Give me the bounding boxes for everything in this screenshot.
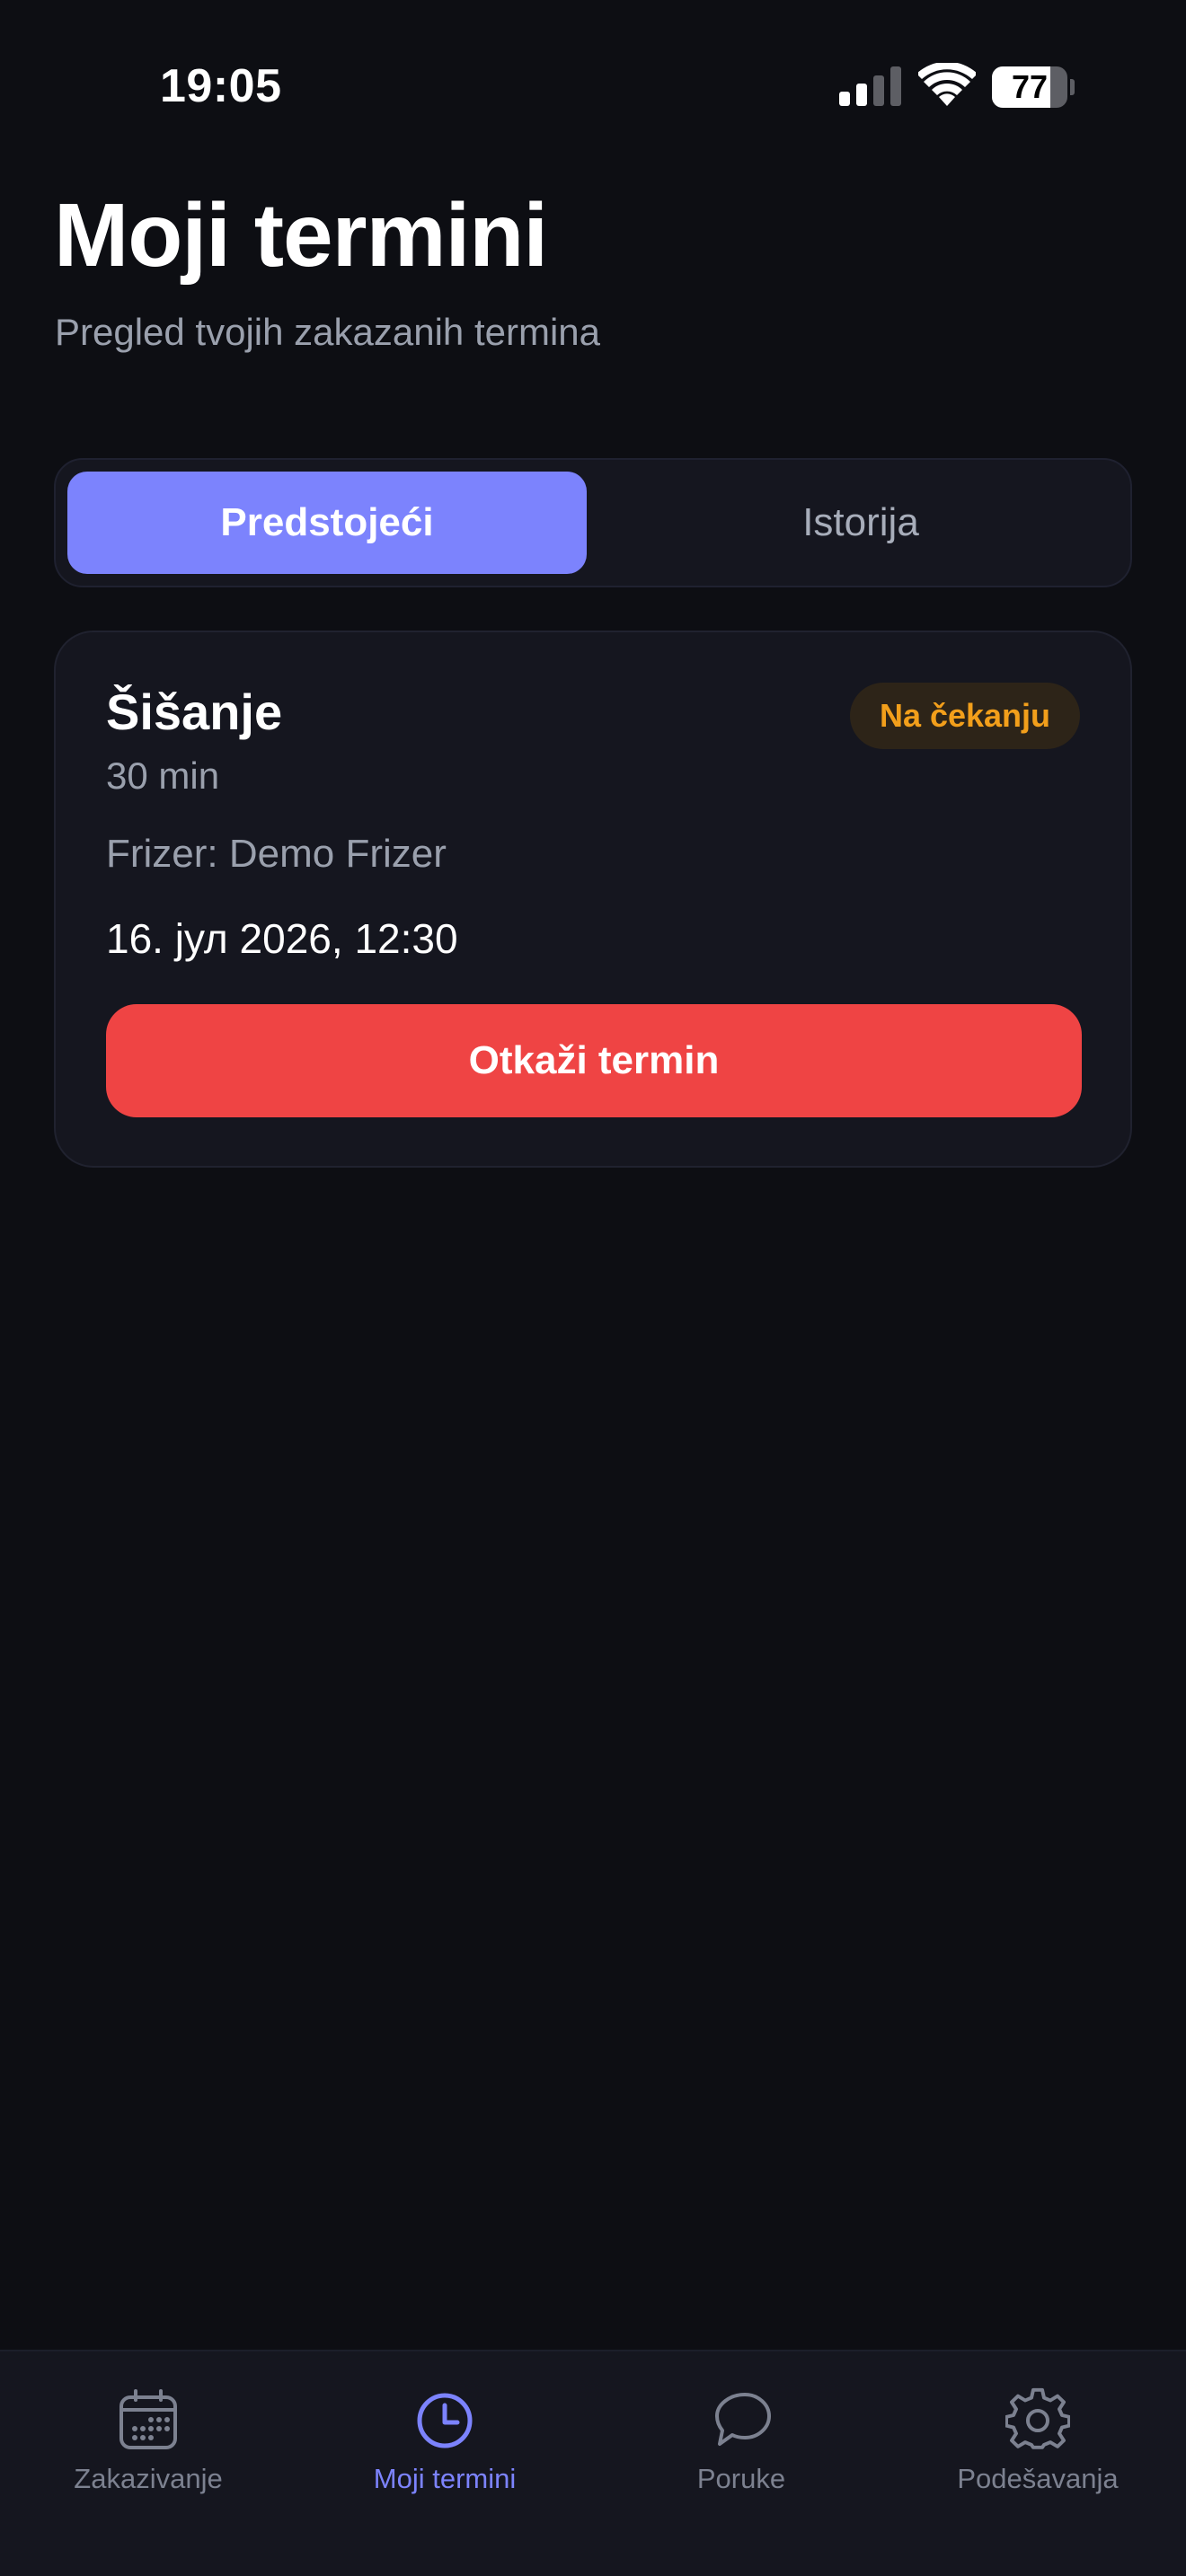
- page-subtitle: Pregled tvojih zakazanih termina: [55, 311, 600, 353]
- app-screen: 19:05 77 Moji termini Pregled tvojih zak…: [0, 0, 1186, 2576]
- tab-upcoming[interactable]: Predstojeći: [67, 472, 587, 574]
- chat-bubble-icon: [715, 2393, 771, 2446]
- nav-item-messages[interactable]: Poruke: [593, 2371, 890, 2515]
- status-badge: Na čekanju: [850, 683, 1080, 749]
- cancel-appointment-button[interactable]: Otkaži termin: [106, 1004, 1082, 1117]
- nav-label-my-appointments: Moji termini: [373, 2463, 517, 2494]
- status-bar: 19:05 77: [0, 0, 1186, 171]
- appointment-datetime: 16. јул 2026, 12:30: [106, 915, 458, 962]
- nav-item-booking[interactable]: Zakazivanje: [0, 2371, 296, 2515]
- calendar-icon: [119, 2389, 177, 2449]
- nav-label-settings: Podešavanja: [957, 2463, 1119, 2494]
- nav-label-messages: Poruke: [696, 2463, 786, 2494]
- service-name: Šišanje: [106, 684, 283, 740]
- battery-level: 77: [1011, 68, 1049, 105]
- nav-item-settings[interactable]: Podešavanja: [890, 2371, 1186, 2515]
- bottom-tab-bar: Zakazivanje Moji termini Poruke Podešava…: [0, 2350, 1186, 2576]
- status-time: 19:05: [160, 60, 282, 112]
- cellular-signal-icon: [839, 66, 901, 106]
- nav-label-booking: Zakazivanje: [74, 2463, 223, 2494]
- appointments-segmented-control: Predstojeći Istorija: [54, 458, 1132, 587]
- gear-icon: [1005, 2387, 1070, 2449]
- page-title: Moji termini: [54, 185, 548, 286]
- wifi-icon: [918, 63, 976, 106]
- appointment-duration: 30 min: [106, 754, 220, 797]
- nav-item-my-appointments[interactable]: Moji termini: [296, 2371, 593, 2515]
- battery-icon: 77: [992, 66, 1075, 108]
- clock-icon: [417, 2393, 473, 2448]
- appointment-card: Šišanje Na čekanju 30 min Frizer: Demo F…: [54, 631, 1132, 1168]
- tab-history[interactable]: Istorija: [601, 472, 1120, 574]
- barber-name: Frizer: Demo Frizer: [106, 832, 447, 876]
